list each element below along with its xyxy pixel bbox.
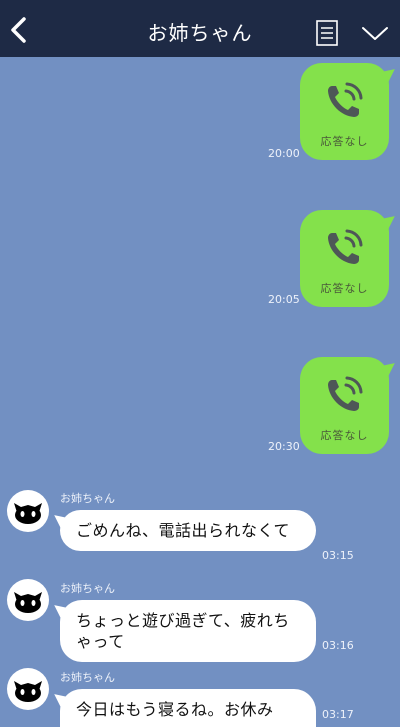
menu-toggle-button[interactable] bbox=[360, 22, 390, 44]
message-bubble[interactable]: ごめんね、電話出られなくて bbox=[60, 510, 316, 551]
avatar[interactable] bbox=[7, 579, 49, 621]
phone-call-icon bbox=[328, 376, 363, 411]
missed-call-bubble[interactable]: 応答なし bbox=[300, 63, 389, 160]
message-bubble[interactable]: 今日はもう寝るね。お休み bbox=[60, 689, 316, 727]
call-status-label: 応答なし bbox=[320, 429, 369, 442]
missed-call-bubble[interactable]: 応答なし bbox=[300, 357, 389, 454]
call-status-label: 応答なし bbox=[320, 135, 369, 148]
phone-call-icon bbox=[328, 229, 363, 264]
sender-name: お姉ちゃん bbox=[60, 582, 115, 595]
missed-call-bubble[interactable]: 応答なし bbox=[300, 210, 389, 307]
call-status-label: 応答なし bbox=[320, 282, 369, 295]
sender-name: お姉ちゃん bbox=[60, 671, 115, 684]
sender-name: お姉ちゃん bbox=[60, 492, 115, 505]
black-cat-icon bbox=[14, 681, 42, 702]
chat-title: お姉ちゃん bbox=[147, 21, 253, 45]
chevron-down-icon bbox=[362, 27, 388, 40]
chat-header: お姉ちゃん bbox=[0, 0, 400, 57]
call-timestamp: 20:30 bbox=[268, 440, 300, 453]
phone-call-icon bbox=[328, 82, 363, 117]
message-timestamp: 03:15 bbox=[322, 549, 354, 562]
black-cat-icon bbox=[14, 592, 42, 613]
notes-button[interactable] bbox=[314, 19, 340, 47]
message-timestamp: 03:17 bbox=[322, 708, 354, 721]
call-timestamp: 20:00 bbox=[268, 147, 300, 160]
call-timestamp: 20:05 bbox=[268, 293, 300, 306]
avatar[interactable] bbox=[7, 490, 49, 532]
message-bubble[interactable]: ちょっと遊び過ぎて、疲れちゃって bbox=[60, 600, 316, 662]
avatar[interactable] bbox=[7, 668, 49, 710]
message-timestamp: 03:16 bbox=[322, 639, 354, 652]
black-cat-icon bbox=[14, 503, 42, 524]
notes-icon bbox=[316, 20, 338, 46]
